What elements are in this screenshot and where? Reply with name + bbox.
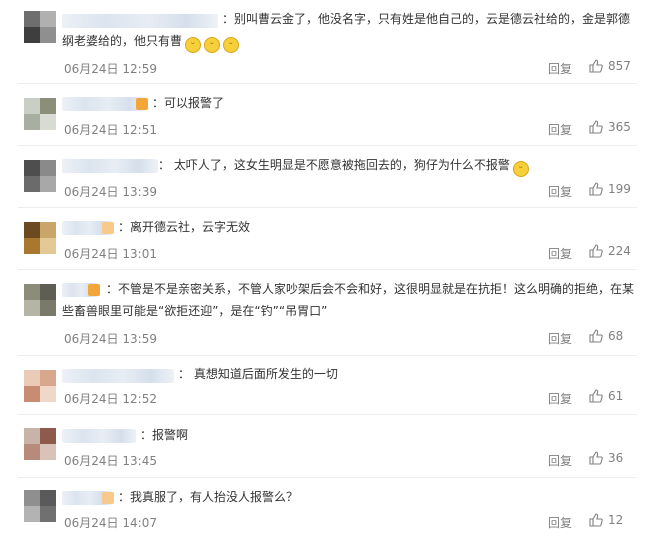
reply-button[interactable]: 回复 — [548, 514, 572, 531]
comment-list: ：别叫曹云金了，他没名字，只有姓是他自己的，云是德云社给的，金是郭德 纲老婆给的… — [0, 0, 651, 540]
comment-text: ：可以报警了 — [152, 96, 225, 110]
comment-timestamp: 06月24日 13:45 — [64, 454, 157, 468]
comment-item: ：我真服了，有人抬没人报警么？ 06月24日 14:07 回复 12 — [0, 478, 651, 540]
comment-text-continued: 些畜兽眼里可能是“欲拒还迎”，是在“钓”“吊胃口” — [62, 304, 328, 318]
thumbs-up-icon — [589, 513, 603, 527]
thumbs-up-icon — [589, 120, 603, 134]
username-blurred[interactable] — [62, 221, 114, 235]
comment-item: ：离开德云社，云字无效 06月24日 13:01 回复 224 — [0, 208, 651, 270]
avatar[interactable] — [24, 428, 56, 460]
like-count: 224 — [608, 244, 631, 258]
comment-text: ： 太吓人了，这女生明显是不愿意被拖回去的，狗仔为什么不报警 ᵕ — [158, 154, 529, 177]
comment-item: ：不管是不是亲密关系，不管人家吵架后会不会和好，这很明显就是在抗拒！这么明确的拒… — [0, 270, 651, 356]
comment-text: ：我真服了，有人抬没人报警么？ — [118, 490, 299, 504]
thumbs-up-icon — [589, 244, 603, 258]
avatar[interactable] — [24, 222, 56, 254]
like-count: 365 — [608, 120, 631, 134]
username-blurred[interactable] — [62, 283, 100, 297]
comment-timestamp: 06月24日 12:59 — [64, 62, 157, 76]
thumbs-up-icon — [589, 182, 603, 196]
reply-button[interactable]: 回复 — [548, 121, 572, 138]
username-blurred[interactable] — [62, 491, 114, 505]
avatar[interactable] — [24, 370, 56, 402]
reply-button[interactable]: 回复 — [548, 245, 572, 262]
reply-button[interactable]: 回复 — [548, 60, 572, 77]
like-button[interactable]: 12 — [589, 513, 623, 527]
like-count: 68 — [608, 329, 624, 343]
like-button[interactable]: 68 — [589, 329, 623, 343]
like-button[interactable]: 365 — [589, 120, 631, 134]
username-blurred[interactable] — [62, 14, 218, 28]
comment-text: ：别叫曹云金了，他没名字，只有姓是他自己的，云是德云社给的，金是郭德 — [222, 12, 631, 26]
comment-text: ： 真想知道后面所发生的一切 — [178, 367, 338, 381]
smile-face-emoji-icon: ᵕ — [512, 161, 529, 177]
username-blurred[interactable] — [62, 159, 158, 173]
comment-timestamp: 06月24日 12:52 — [64, 392, 157, 406]
username-blurred[interactable] — [62, 97, 148, 111]
comment-text-continued: 纲老婆给的，他只有曹 ᵕ ᵕ ᵕ — [62, 30, 240, 53]
comment-text: ：不管是不是亲密关系，不管人家吵架后会不会和好，这很明显就是在抗拒！这么明确的拒… — [106, 282, 635, 296]
comment-timestamp: 06月24日 13:39 — [64, 185, 157, 199]
like-button[interactable]: 857 — [589, 59, 631, 73]
like-button[interactable]: 199 — [589, 182, 631, 196]
like-button[interactable]: 61 — [589, 389, 623, 403]
thumbs-up-icon — [589, 329, 603, 343]
username-blurred[interactable] — [62, 369, 174, 383]
avatar[interactable] — [24, 11, 56, 43]
avatar[interactable] — [24, 98, 56, 130]
reply-button[interactable]: 回复 — [548, 183, 572, 200]
like-button[interactable]: 36 — [589, 451, 623, 465]
thumbs-up-icon — [589, 389, 603, 403]
username-blurred[interactable] — [62, 429, 136, 443]
avatar[interactable] — [24, 284, 56, 316]
like-button[interactable]: 224 — [589, 244, 631, 258]
comment-timestamp: 06月24日 12:51 — [64, 123, 157, 137]
comment-item: ： 太吓人了，这女生明显是不愿意被拖回去的，狗仔为什么不报警 ᵕ 06月24日 1… — [0, 146, 651, 208]
comment-timestamp: 06月24日 13:59 — [64, 332, 157, 346]
avatar[interactable] — [24, 160, 56, 192]
reply-button[interactable]: 回复 — [548, 330, 572, 347]
like-count: 61 — [608, 389, 624, 403]
reply-button[interactable]: 回复 — [548, 452, 572, 469]
like-count: 199 — [608, 182, 631, 196]
avatar[interactable] — [24, 490, 56, 522]
like-count: 857 — [608, 59, 631, 73]
divider — [18, 414, 637, 415]
shy-face-emoji-icon: ᵕ — [223, 37, 240, 53]
reply-button[interactable]: 回复 — [548, 390, 572, 407]
shy-face-emoji-icon: ᵕ — [204, 37, 221, 53]
comment-timestamp: 06月24日 13:01 — [64, 247, 157, 261]
comment-item: ： 真想知道后面所发生的一切 06月24日 12:52 回复 61 — [0, 356, 651, 418]
comment-timestamp: 06月24日 14:07 — [64, 516, 157, 530]
shy-face-emoji-icon: ᵕ — [185, 37, 202, 53]
comment-text: ：离开德云社，云字无效 — [118, 220, 251, 234]
like-count: 36 — [608, 451, 624, 465]
comment-text: ：报警啊 — [140, 428, 189, 442]
comment-item: ：别叫曹云金了，他没名字，只有姓是他自己的，云是德云社给的，金是郭德 纲老婆给的… — [0, 0, 651, 84]
comment-item: ：可以报警了 06月24日 12:51 回复 365 — [0, 84, 651, 146]
like-count: 12 — [608, 513, 624, 527]
thumbs-up-icon — [589, 59, 603, 73]
comment-item: ：报警啊 06月24日 13:45 回复 36 — [0, 416, 651, 478]
thumbs-up-icon — [589, 451, 603, 465]
